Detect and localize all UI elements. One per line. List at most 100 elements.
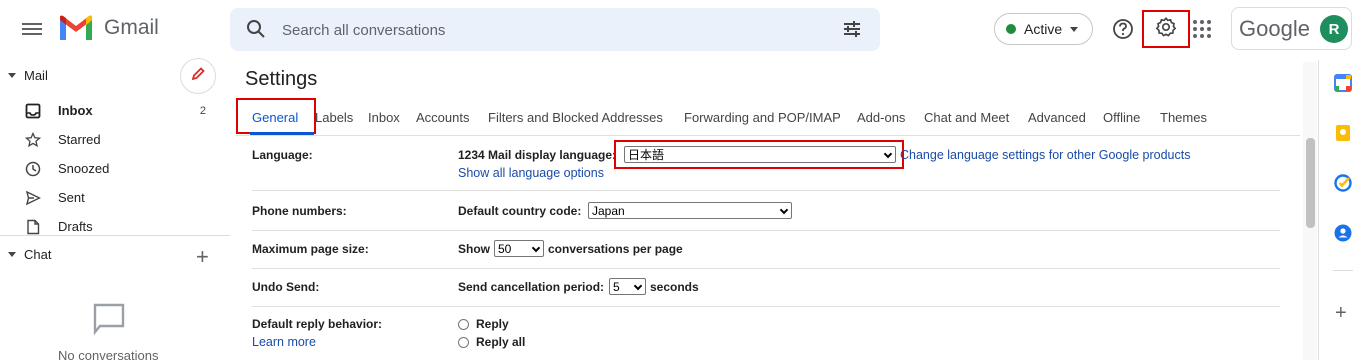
row-divider [252,306,1280,307]
account-area[interactable]: Google R [1231,7,1352,50]
cancellation-pre: Send cancellation period: [458,280,605,294]
nav-divider [0,235,230,236]
collapse-arrow-icon [8,73,16,78]
search-input[interactable] [282,18,822,42]
side-divider [1333,270,1353,271]
tab-advanced[interactable]: Advanced [1028,110,1086,125]
mail-section-heading: Mail [24,68,48,83]
keep-icon[interactable] [1334,124,1352,142]
chevron-down-icon [779,205,789,215]
collapse-arrow-icon [8,252,16,257]
status-label: Active [1024,21,1063,37]
tab-accounts[interactable]: Accounts [416,110,469,125]
reply-option-label: Reply [476,317,509,331]
language-label: Language: [252,148,313,162]
undo-send-label: Undo Send: [252,280,320,294]
country-code-select[interactable]: Japan [588,202,792,219]
sidebar-item-snoozed[interactable]: Snoozed [0,154,230,183]
mail-section-toggle[interactable]: Mail [8,68,48,83]
get-addons-plus-icon[interactable]: + [1335,302,1347,325]
app-name: Gmail [104,16,159,39]
select-value: Japan [592,203,625,218]
tab-general[interactable]: General [252,110,298,125]
status-dropdown[interactable]: Active [994,13,1093,45]
chat-empty-text: No conversations [58,348,159,360]
chevron-down-icon [633,281,643,291]
select-value: 50 [498,241,512,256]
sidebar-item-drafts[interactable]: Drafts [0,212,230,241]
settings-button[interactable] [1142,10,1190,48]
tasks-icon[interactable] [1334,174,1352,192]
avatar[interactable]: R [1320,15,1348,43]
page-size-post: conversations per page [548,242,683,256]
pencil-icon [190,66,206,87]
google-logo: Google [1239,16,1310,41]
send-icon [24,189,42,207]
sidebar-item-starred[interactable]: Starred [0,125,230,154]
search-icon[interactable] [246,19,266,44]
show-all-languages-link[interactable]: Show all language options [458,166,604,180]
inbox-icon [24,102,42,120]
sidebar-item-inbox[interactable]: Inbox 2 [0,96,230,125]
tab-labels[interactable]: Labels [315,110,353,125]
gear-icon [1155,16,1177,43]
sidebar-item-label: Inbox [58,103,93,118]
row-divider [252,190,1280,191]
country-code-text: Default country code: [458,204,582,218]
settings-tabs: General Labels Inbox Accounts Filters an… [236,98,1300,136]
tab-filters[interactable]: Filters and Blocked Addresses [488,110,663,125]
sidebar-item-label: Sent [58,190,85,205]
side-panel: + [1318,60,1366,360]
cancellation-period-select[interactable]: 5 [609,278,646,295]
scrollbar-thumb[interactable] [1306,138,1315,228]
tab-forwarding[interactable]: Forwarding and POP/IMAP [684,110,841,125]
tab-themes[interactable]: Themes [1160,110,1207,125]
main-menu-button[interactable] [22,20,42,38]
cancellation-post: seconds [650,280,699,294]
star-icon [24,131,42,149]
status-dot-icon [1006,24,1016,34]
sidebar-item-label: Starred [58,132,101,147]
reply-behavior-label: Default reply behavior: [252,317,383,331]
row-divider [252,230,1280,231]
sidebar-item-sent[interactable]: Sent [0,183,230,212]
search-options-icon[interactable] [842,19,862,44]
reply-radio[interactable] [458,319,469,330]
tab-addons[interactable]: Add-ons [857,110,905,125]
page-size-select[interactable]: 50 [494,240,544,257]
display-language-text: 1234 Mail display language: [458,148,617,162]
chevron-down-icon [531,243,541,253]
page-title: Settings [245,68,318,90]
chat-section-heading: Chat [24,247,52,262]
draft-icon [24,218,42,236]
tab-chat-meet[interactable]: Chat and Meet [924,110,1009,125]
row-divider [252,268,1280,269]
new-chat-plus-icon[interactable]: + [196,244,209,270]
reply-all-option-label: Reply all [476,335,526,349]
sidebar-item-label: Snoozed [58,161,110,176]
change-language-link[interactable]: Change language settings for other Googl… [900,148,1190,162]
phone-label: Phone numbers: [252,204,347,218]
help-icon[interactable] [1112,18,1134,40]
select-value: 5 [613,279,620,294]
chat-section-toggle[interactable]: Chat [8,247,51,262]
highlight-box [614,140,904,169]
contacts-icon[interactable] [1334,224,1352,242]
page-size-pre: Show [458,242,490,256]
search-bar[interactable] [230,8,880,51]
unread-count: 2 [199,104,206,117]
sidebar-item-label: Drafts [58,219,93,234]
chevron-down-icon [1070,26,1079,32]
tab-inbox[interactable]: Inbox [368,110,400,125]
calendar-icon[interactable] [1334,74,1352,92]
clock-icon [24,160,42,178]
compose-button[interactable] [180,58,216,94]
reply-all-radio[interactable] [458,337,469,348]
learn-more-link[interactable]: Learn more [252,335,316,349]
chat-bubble-icon [92,302,126,341]
tab-offline[interactable]: Offline [1103,110,1140,125]
gmail-logo-icon[interactable] [58,14,94,44]
page-size-label: Maximum page size: [252,242,369,256]
apps-grid-icon[interactable] [1193,20,1211,38]
active-tab-indicator [250,132,314,135]
